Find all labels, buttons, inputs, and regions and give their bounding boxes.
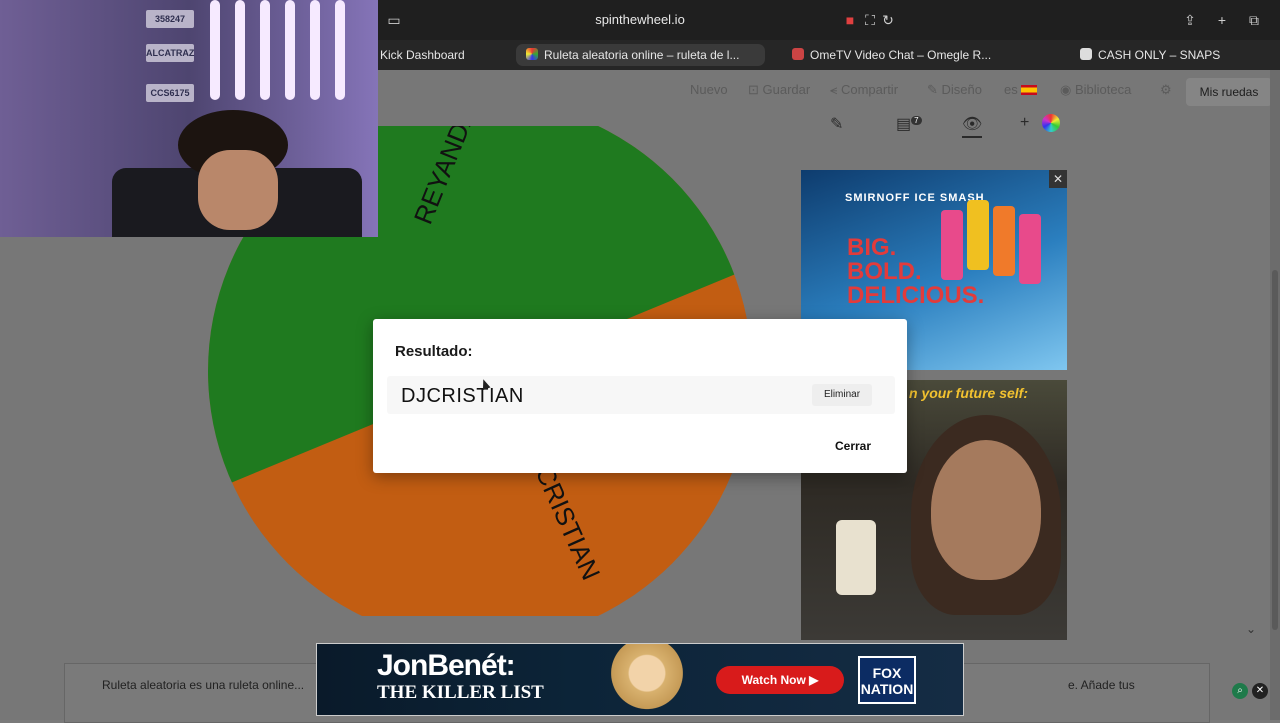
snap-favicon-icon <box>1080 48 1092 60</box>
guardar-link[interactable]: ⊡ Guardar <box>748 82 810 98</box>
pencil-icon: ✎ <box>927 82 942 97</box>
tab-label: OmeTV Video Chat – Omegle R... <box>810 48 992 62</box>
result-name: DJCRISTIAN <box>401 385 524 407</box>
sidebar-icon[interactable]: ▭ <box>384 10 404 30</box>
scrollbar-thumb[interactable] <box>1272 270 1278 630</box>
nuevo-link[interactable]: Nuevo <box>690 82 728 97</box>
guardar-label: Guardar <box>762 82 811 97</box>
tab-ometv[interactable]: OmeTV Video Chat – Omegle R... <box>782 44 1022 66</box>
tabs-overview-icon[interactable]: ⧉ <box>1244 10 1264 30</box>
jonbenet-banner-ad[interactable]: JonBenét: THE KILLER LIST Watch Now ▶ FO… <box>316 643 964 716</box>
save-icon: ⊡ <box>748 82 763 97</box>
tab-label: Kick Dashboard <box>380 48 465 62</box>
language-label: es <box>1004 82 1018 97</box>
wheel-favicon-icon <box>526 48 538 60</box>
tab-label: Ruleta aleatoria online – ruleta de l... <box>544 48 740 62</box>
compartir-label: Compartir <box>840 82 899 97</box>
search-icon[interactable]: ⌕ <box>1232 683 1248 699</box>
result-row: DJCRISTIAN Eliminar <box>387 376 895 414</box>
led-light <box>210 0 220 100</box>
biblioteca-link[interactable]: ◉ Biblioteca <box>1060 82 1131 98</box>
result-modal: Resultado: DJCRISTIAN Eliminar Cerrar <box>373 319 907 473</box>
license-plate: ALCATRAZ <box>146 44 194 62</box>
translate-icon[interactable]: ⛶ <box>860 10 880 30</box>
ad-close-icon[interactable]: ✕ <box>1049 170 1067 188</box>
banner-title: JonBenét: <box>377 649 516 682</box>
new-tab-icon[interactable]: + <box>1212 10 1232 30</box>
address-bar[interactable]: spinthewheel.io <box>560 12 720 27</box>
camera-icon[interactable]: ■ <box>840 10 860 30</box>
color-wheel-icon[interactable] <box>1042 114 1060 132</box>
language-selector[interactable]: es <box>1004 82 1038 97</box>
diseno-label: Diseño <box>941 82 982 97</box>
ad-brand: SMIRNOFF ICE SMASH <box>845 192 985 204</box>
watch-now-button[interactable]: Watch Now ▶ <box>716 666 844 694</box>
license-plate: CCS6175 <box>146 84 194 102</box>
share-icon: ⪪ <box>830 82 841 97</box>
add-button[interactable]: + <box>1020 114 1029 132</box>
eliminar-button[interactable]: Eliminar <box>812 384 872 406</box>
license-plate: 358247 <box>146 10 194 28</box>
ometv-favicon-icon <box>792 48 804 60</box>
spain-flag-icon <box>1021 85 1038 95</box>
tab-ruleta[interactable]: Ruleta aleatoria online – ruleta de l... <box>516 44 765 66</box>
pencil-edit-icon[interactable]: ✎ <box>830 114 843 134</box>
led-light <box>235 0 245 100</box>
modal-title: Resultado: <box>395 343 473 360</box>
fox-nation-logo: FOX NATION <box>858 656 916 704</box>
chevron-down-icon[interactable]: ⌄ <box>1246 622 1256 636</box>
close-icon[interactable]: ✕ <box>1252 683 1268 699</box>
mis-ruedas-button[interactable]: Mis ruedas <box>1186 78 1272 106</box>
banner-subtitle: THE KILLER LIST <box>377 682 544 703</box>
description-text-right: e. Añade tus <box>1068 678 1135 692</box>
led-light <box>285 0 295 100</box>
cerrar-button[interactable]: Cerrar <box>822 432 884 460</box>
hide-eye-icon[interactable]: 👁 <box>962 114 983 138</box>
led-light <box>310 0 320 100</box>
tab-kick-dashboard[interactable]: Kick Dashboard <box>370 44 510 66</box>
reload-icon[interactable]: ↻ <box>878 10 898 30</box>
ad2-headline: n your future self: <box>909 385 1029 401</box>
ad2-person-face <box>931 440 1041 580</box>
watch-now-label: Watch Now <box>741 673 806 687</box>
led-light <box>260 0 270 100</box>
description-text-left: Ruleta aleatoria es una ruleta online... <box>102 678 305 692</box>
biblioteca-label: Biblioteca <box>1074 82 1132 97</box>
ad-headline: BIG. BOLD. DELICIOUS. <box>847 234 985 309</box>
compartir-link[interactable]: ⪪ Compartir <box>830 82 898 98</box>
webcam-overlay: 358247 ALCATRAZ CCS6175 <box>0 0 378 237</box>
led-light <box>335 0 345 100</box>
diseno-link[interactable]: ✎ Diseño <box>927 82 982 98</box>
clipboard-icon[interactable]: ▤ 7 <box>896 114 922 134</box>
ad2-bottle-image <box>836 520 876 595</box>
results-badge: 7 <box>911 115 922 125</box>
share-icon[interactable]: ⇪ <box>1180 10 1200 30</box>
globe-icon: ◉ <box>1060 82 1075 97</box>
play-icon: ▶ <box>809 673 819 687</box>
tab-label: CASH ONLY – SNAPS <box>1098 48 1221 62</box>
streamer-face <box>198 150 278 230</box>
tab-cash-only[interactable]: CASH ONLY – SNAPS <box>1070 44 1270 66</box>
settings-icon[interactable]: ⚙ <box>1160 82 1172 98</box>
banner-photo <box>607 644 687 715</box>
